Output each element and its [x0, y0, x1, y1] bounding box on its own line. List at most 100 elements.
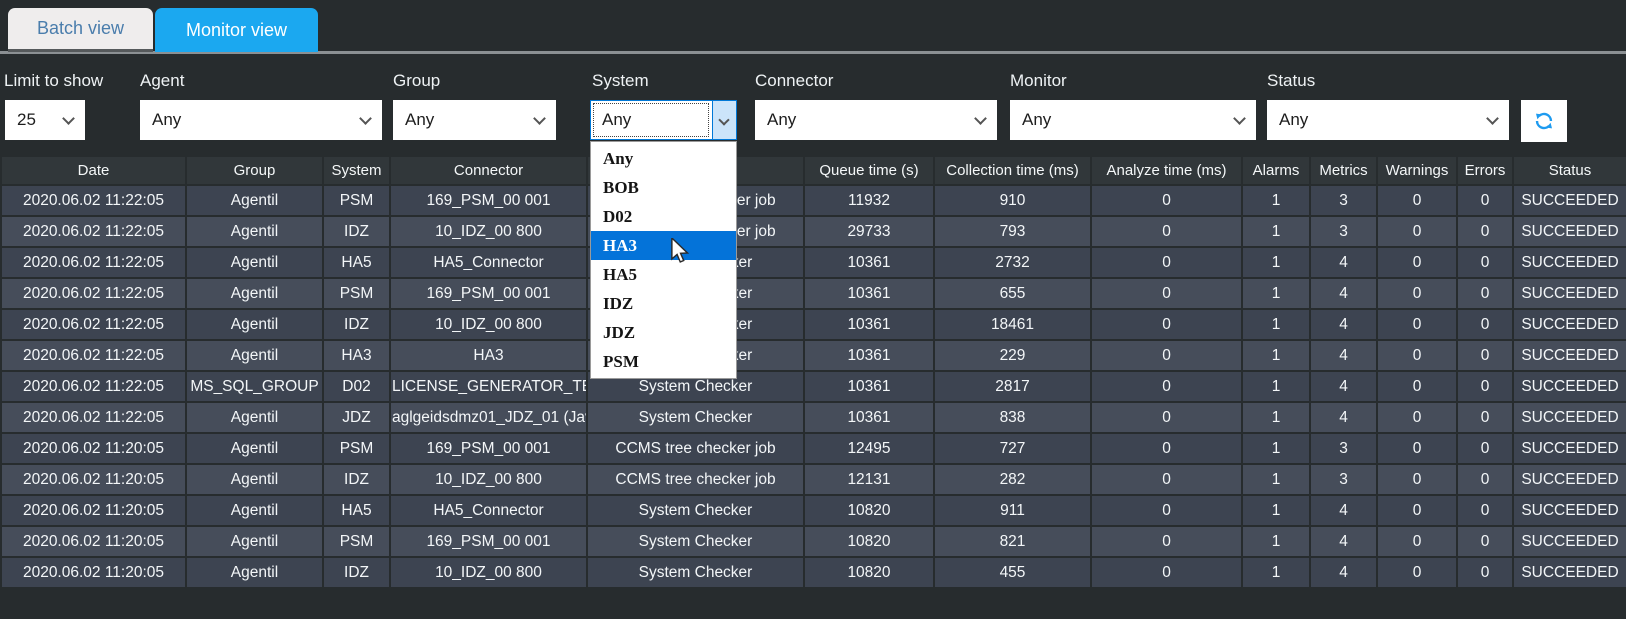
system-option[interactable]: D02	[591, 202, 736, 231]
table-row[interactable]: 2020.06.02 11:20:05AgentilPSM169_PSM_00 …	[1, 526, 1626, 557]
table-cell: Agentil	[186, 216, 323, 247]
table-cell: 4	[1310, 247, 1377, 278]
table-row[interactable]: 2020.06.02 11:22:05MS_SQL_GROUPD02LICENS…	[1, 371, 1626, 402]
table-cell: 1	[1242, 340, 1310, 371]
system-select[interactable]: Any	[590, 100, 737, 140]
table-cell: 0	[1377, 433, 1457, 464]
table-cell: Agentil	[186, 557, 323, 588]
table-cell: 169_PSM_00 001	[390, 185, 587, 216]
table-cell: 0	[1457, 185, 1513, 216]
table-cell: Agentil	[186, 340, 323, 371]
system-option[interactable]: IDZ	[591, 289, 736, 318]
column-header: System	[323, 156, 390, 185]
table-cell: CCMS tree checker job	[587, 433, 804, 464]
table-cell: Agentil	[186, 495, 323, 526]
table-row[interactable]: 2020.06.02 11:20:05AgentilPSM169_PSM_00 …	[1, 433, 1626, 464]
system-option[interactable]: PSM	[591, 347, 736, 376]
system-option[interactable]: BOB	[591, 173, 736, 202]
status-select[interactable]: Any	[1267, 100, 1509, 140]
table-cell: 0	[1457, 433, 1513, 464]
table-cell: Agentil	[186, 433, 323, 464]
table-cell: 2020.06.02 11:22:05	[1, 309, 186, 340]
monitor-select[interactable]: Any	[1010, 100, 1256, 140]
table-cell: Agentil	[186, 278, 323, 309]
system-option[interactable]: JDZ	[591, 318, 736, 347]
tab-batch-view[interactable]: Batch view	[8, 8, 153, 52]
group-select[interactable]: Any	[393, 100, 556, 140]
table-cell: 4	[1310, 495, 1377, 526]
table-cell: 169_PSM_00 001	[390, 526, 587, 557]
table-cell: LICENSE_GENERATOR_TEST	[390, 371, 587, 402]
table-cell: 29733	[804, 216, 934, 247]
table-row[interactable]: 2020.06.02 11:22:05AgentilJDZaglgeidsdmz…	[1, 402, 1626, 433]
column-header: Group	[186, 156, 323, 185]
table-cell: PSM	[323, 278, 390, 309]
table-row[interactable]: 2020.06.02 11:22:05AgentilHA5HA5_Connect…	[1, 247, 1626, 278]
table-row[interactable]: 2020.06.02 11:20:05AgentilIDZ10_IDZ_00 8…	[1, 464, 1626, 495]
chevron-down-icon	[62, 112, 75, 125]
connector-select[interactable]: Any	[755, 100, 997, 140]
table-cell: 282	[934, 464, 1091, 495]
chevron-down-icon	[1486, 112, 1499, 125]
table-cell: SUCCEEDED	[1513, 402, 1626, 433]
tab-monitor-view-label: Monitor view	[186, 20, 287, 41]
table-cell: Agentil	[186, 402, 323, 433]
table-row[interactable]: 2020.06.02 11:20:05AgentilIDZ10_IDZ_00 8…	[1, 557, 1626, 588]
table-cell: 910	[934, 185, 1091, 216]
table-cell: 0	[1377, 278, 1457, 309]
table-cell: PSM	[323, 526, 390, 557]
tab-monitor-view[interactable]: Monitor view	[155, 8, 318, 52]
table-cell: 0	[1377, 309, 1457, 340]
system-option[interactable]: HA5	[591, 260, 736, 289]
table-cell: 169_PSM_00 001	[390, 278, 587, 309]
table-row[interactable]: 2020.06.02 11:22:05AgentilPSM169_PSM_00 …	[1, 185, 1626, 216]
table-cell: 1	[1242, 526, 1310, 557]
table-row[interactable]: 2020.06.02 11:22:05AgentilIDZ10_IDZ_00 8…	[1, 216, 1626, 247]
column-header: Collection time (ms)	[934, 156, 1091, 185]
table-cell: 0	[1377, 495, 1457, 526]
table-row[interactable]: 2020.06.02 11:22:05AgentilHA3HA3System C…	[1, 340, 1626, 371]
connector-select-value: Any	[767, 110, 796, 130]
table-cell: 2020.06.02 11:22:05	[1, 278, 186, 309]
table-cell: 1	[1242, 216, 1310, 247]
table-cell: 0	[1377, 371, 1457, 402]
table-cell: 455	[934, 557, 1091, 588]
table-row[interactable]: 2020.06.02 11:22:05AgentilIDZ10_IDZ_00 8…	[1, 309, 1626, 340]
table-cell: 0	[1377, 216, 1457, 247]
table-cell: 0	[1457, 340, 1513, 371]
table-cell: SUCCEEDED	[1513, 557, 1626, 588]
group-filter-label: Group	[393, 71, 440, 91]
system-select-focus-box: Any	[594, 104, 708, 136]
table-cell: 2732	[934, 247, 1091, 278]
table-cell: 0	[1457, 526, 1513, 557]
table-row[interactable]: 2020.06.02 11:20:05AgentilHA5HA5_Connect…	[1, 495, 1626, 526]
table-cell: SUCCEEDED	[1513, 185, 1626, 216]
limit-select[interactable]: 25	[5, 100, 85, 140]
column-header: Status	[1513, 156, 1626, 185]
column-header: Metrics	[1310, 156, 1377, 185]
table-cell: 2020.06.02 11:20:05	[1, 495, 186, 526]
table-cell: 0	[1377, 557, 1457, 588]
table-cell: 2020.06.02 11:20:05	[1, 464, 186, 495]
table-cell: SUCCEEDED	[1513, 371, 1626, 402]
tab-batch-view-label: Batch view	[37, 18, 124, 39]
table-cell: SUCCEEDED	[1513, 526, 1626, 557]
system-option[interactable]: Any	[591, 144, 736, 173]
table-row[interactable]: 2020.06.02 11:22:05AgentilPSM169_PSM_00 …	[1, 278, 1626, 309]
refresh-button[interactable]	[1521, 100, 1567, 142]
connector-filter-label: Connector	[755, 71, 833, 91]
table-cell: 1	[1242, 371, 1310, 402]
table-cell: 10_IDZ_00 800	[390, 309, 587, 340]
system-select-arrow-area[interactable]	[712, 101, 736, 139]
table-cell: Agentil	[186, 185, 323, 216]
agent-select[interactable]: Any	[140, 100, 382, 140]
chevron-down-icon	[533, 112, 546, 125]
table-cell: 0	[1091, 433, 1242, 464]
table-cell: 10_IDZ_00 800	[390, 464, 587, 495]
table-cell: SUCCEEDED	[1513, 278, 1626, 309]
status-select-value: Any	[1279, 110, 1308, 130]
table-cell: 11932	[804, 185, 934, 216]
table-cell: HA3	[390, 340, 587, 371]
table-cell: IDZ	[323, 557, 390, 588]
system-option[interactable]: HA3	[591, 231, 736, 260]
